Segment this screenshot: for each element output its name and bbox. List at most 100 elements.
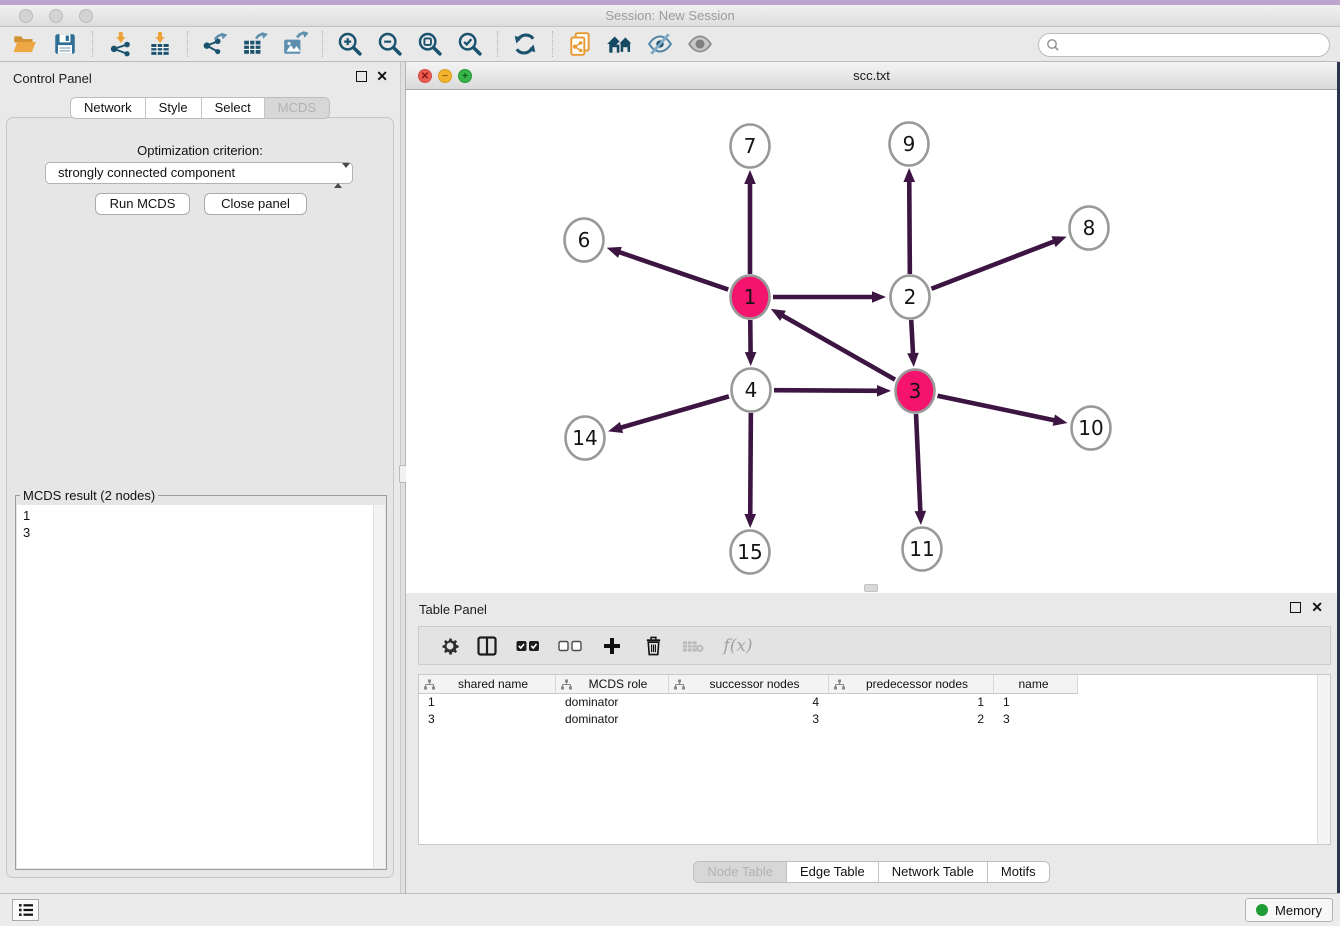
edge-2-3[interactable] bbox=[911, 320, 913, 355]
graph-node-label: 2 bbox=[904, 285, 917, 309]
edge-arrowhead bbox=[907, 353, 919, 367]
table-body: 1dominator4113dominator323 bbox=[419, 694, 1330, 728]
criterion-select[interactable]: strongly connected component bbox=[45, 162, 353, 184]
column-header-label: name bbox=[994, 677, 1077, 691]
table-row[interactable]: 1dominator411 bbox=[419, 694, 1330, 711]
delete-table-icon bbox=[673, 632, 713, 660]
control-panel: Control Panel ✕ NetworkStyleSelectMCDS O… bbox=[0, 62, 400, 893]
deselect-all-checkboxes-icon[interactable] bbox=[549, 632, 591, 660]
criterion-value: strongly connected component bbox=[58, 165, 235, 180]
network-canvas[interactable]: 7968124314101511 bbox=[406, 90, 1337, 593]
edge-arrowhead bbox=[744, 514, 756, 528]
edge-4-14[interactable] bbox=[620, 396, 729, 428]
search-input[interactable] bbox=[1038, 33, 1330, 57]
run-mcds-button[interactable]: Run MCDS bbox=[95, 193, 190, 215]
column-header-predecessor-nodes[interactable]: predecessor nodes bbox=[829, 675, 994, 694]
column-header-label: predecessor nodes bbox=[845, 677, 993, 691]
edge-arrowhead bbox=[608, 422, 623, 433]
column-header-MCDS-role[interactable]: MCDS role bbox=[556, 675, 669, 694]
zoom-in-icon[interactable] bbox=[333, 29, 367, 59]
memory-button[interactable]: Memory bbox=[1245, 898, 1333, 922]
export-table-icon[interactable] bbox=[238, 29, 272, 59]
graph-node-label: 4 bbox=[745, 378, 758, 402]
edge-1-6[interactable] bbox=[618, 252, 728, 290]
minimize-window-button[interactable] bbox=[49, 9, 63, 23]
column-header-successor-nodes[interactable]: successor nodes bbox=[669, 675, 829, 694]
open-session-icon[interactable] bbox=[8, 29, 42, 59]
zoom-selected-icon[interactable] bbox=[453, 29, 487, 59]
select-chevrons-icon bbox=[334, 166, 343, 182]
add-column-icon[interactable] bbox=[591, 632, 633, 660]
edge-2-8[interactable] bbox=[931, 241, 1055, 289]
new-network-from-selection-icon[interactable] bbox=[563, 29, 597, 59]
close-window-button[interactable] bbox=[19, 9, 33, 23]
table-cell: 4 bbox=[669, 694, 829, 711]
close-table-panel-icon[interactable]: ✕ bbox=[1311, 600, 1323, 614]
control-panel-title: Control Panel bbox=[13, 71, 92, 86]
export-image-icon[interactable] bbox=[278, 29, 312, 59]
split-view-icon[interactable] bbox=[467, 632, 507, 660]
table-cell: 3 bbox=[419, 711, 556, 728]
column-header-name[interactable]: name bbox=[994, 675, 1078, 694]
delete-column-icon[interactable] bbox=[633, 632, 673, 660]
zoom-fit-icon[interactable] bbox=[413, 29, 447, 59]
first-neighbors-icon[interactable] bbox=[603, 29, 637, 59]
column-header-shared-name[interactable]: shared name bbox=[419, 675, 556, 694]
edge-4-15[interactable] bbox=[750, 413, 751, 516]
table-scrollbar[interactable] bbox=[1317, 675, 1330, 844]
edge-arrowhead bbox=[744, 170, 756, 184]
zoom-window-button[interactable] bbox=[79, 9, 93, 23]
graph-node-label: 14 bbox=[572, 426, 597, 450]
table-cell: 1 bbox=[994, 694, 1078, 711]
zoom-out-icon[interactable] bbox=[373, 29, 407, 59]
import-network-icon[interactable] bbox=[103, 29, 137, 59]
mcds-result-box[interactable]: 1 3 bbox=[17, 505, 385, 868]
float-panel-icon[interactable] bbox=[356, 71, 367, 82]
task-history-button[interactable] bbox=[12, 899, 39, 921]
float-table-panel-icon[interactable] bbox=[1290, 602, 1301, 613]
graph-node-label: 11 bbox=[909, 537, 934, 561]
close-network-button[interactable]: ✕ bbox=[418, 69, 432, 83]
table-tab-edge-table[interactable]: Edge Table bbox=[786, 862, 878, 882]
table-panel-title: Table Panel bbox=[419, 602, 487, 617]
search-icon bbox=[1046, 38, 1060, 52]
import-table-icon[interactable] bbox=[143, 29, 177, 59]
column-header-label: successor nodes bbox=[685, 677, 828, 691]
edge-arrowhead bbox=[915, 511, 927, 525]
show-all-icon[interactable] bbox=[683, 29, 717, 59]
close-panel-icon[interactable]: ✕ bbox=[376, 69, 388, 83]
tab-mcds[interactable]: MCDS bbox=[264, 98, 329, 118]
window-titlebar: Session: New Session bbox=[0, 5, 1340, 27]
tab-network[interactable]: Network bbox=[71, 98, 145, 118]
select-all-checkboxes-icon[interactable] bbox=[507, 632, 549, 660]
sort-hierarchy-icon bbox=[674, 679, 685, 690]
table-row[interactable]: 3dominator323 bbox=[419, 711, 1330, 728]
network-resize-grip[interactable] bbox=[864, 584, 878, 592]
toolbar-separator bbox=[322, 31, 323, 57]
settings-icon[interactable] bbox=[433, 632, 467, 660]
edge-3-1[interactable] bbox=[781, 315, 895, 380]
edge-2-9[interactable] bbox=[909, 180, 910, 274]
edge-arrowhead bbox=[1051, 236, 1066, 247]
minimize-network-button[interactable]: − bbox=[438, 69, 452, 83]
result-scrollbar[interactable] bbox=[373, 505, 385, 868]
control-panel-header: Control Panel ✕ bbox=[0, 62, 400, 94]
hide-selected-icon[interactable] bbox=[643, 29, 677, 59]
tab-style[interactable]: Style bbox=[145, 98, 201, 118]
export-network-icon[interactable] bbox=[198, 29, 232, 59]
table-tab-node-table[interactable]: Node Table bbox=[694, 862, 786, 882]
zoom-network-button[interactable]: + bbox=[458, 69, 472, 83]
edge-3-11[interactable] bbox=[916, 414, 920, 513]
toolbar-separator bbox=[552, 31, 553, 57]
edge-3-10[interactable] bbox=[938, 396, 1056, 421]
save-session-icon[interactable] bbox=[48, 29, 82, 59]
tab-select[interactable]: Select bbox=[201, 98, 264, 118]
edge-4-3[interactable] bbox=[774, 390, 879, 391]
graph-node-label: 9 bbox=[903, 132, 916, 156]
sort-hierarchy-icon bbox=[834, 679, 845, 690]
table-tab-motifs[interactable]: Motifs bbox=[987, 862, 1049, 882]
apply-layout-icon[interactable] bbox=[508, 29, 542, 59]
optimization-criterion-label: Optimization criterion: bbox=[7, 143, 393, 158]
close-panel-button[interactable]: Close panel bbox=[204, 193, 307, 215]
table-tab-network-table[interactable]: Network Table bbox=[878, 862, 987, 882]
